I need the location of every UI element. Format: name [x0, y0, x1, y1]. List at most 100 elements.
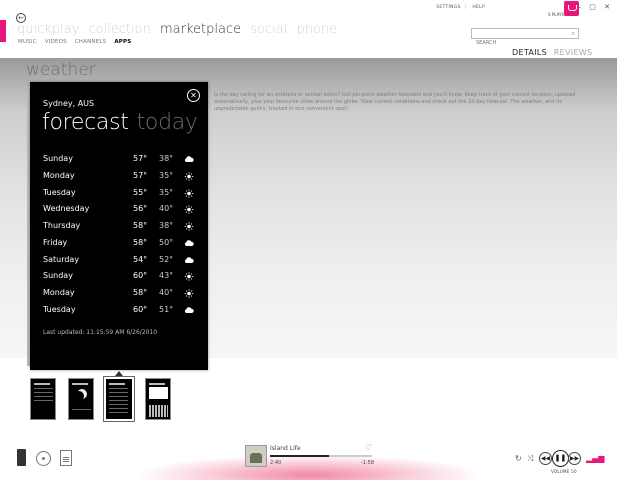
forecast-high: 60° [133, 271, 148, 281]
screenshot-thumbnail-3[interactable] [103, 376, 135, 422]
pivot-forecast: forecast [42, 110, 129, 135]
close-icon: ✕ [190, 91, 197, 100]
nav-phone[interactable]: phone [296, 22, 337, 37]
main-nav: quickplay collection marketplace social … [17, 22, 342, 37]
forecast-row: Tuesday 55° 35° [43, 185, 198, 202]
subnav-channels[interactable]: CHANNELS [75, 39, 107, 45]
forecast-low: 40° [159, 288, 174, 297]
subnav-apps[interactable]: APPS [114, 39, 131, 45]
forecast-row: Saturday 54° 52° [43, 252, 198, 269]
previous-button[interactable]: ◀◀ [539, 452, 552, 465]
forecast-row: Sunday 57° 38° [43, 151, 198, 168]
next-icon: ▶▶ [569, 455, 580, 462]
forecast-day: Monday [43, 170, 75, 180]
forecast-day: Wednesday [43, 204, 90, 214]
forecast-high: 58° [133, 288, 148, 297]
volume-label: VOLUME 50 [551, 469, 577, 474]
previous-icon: ◀◀ [540, 455, 551, 462]
forecast-day: Sunday [43, 154, 73, 163]
search-box: ⌕ [471, 28, 579, 48]
nav-social[interactable]: social [250, 22, 287, 37]
moon-icon [74, 391, 84, 401]
disc-icon[interactable] [36, 451, 51, 466]
back-arrow-icon: ← [18, 14, 24, 22]
forecast-list: Sunday 57° 38° Monday 57° 35° Tuesday 55° 35° … [43, 151, 198, 319]
cloud-icon [184, 256, 194, 265]
app-title: weather [26, 60, 96, 80]
forecast-row: Tuesday 60° 51° [43, 302, 198, 319]
shuffle-icon[interactable]: ⤨ [527, 454, 533, 464]
forecast-high: 58° [133, 221, 148, 230]
forecast-row: Friday 58° 50° [43, 235, 198, 252]
forecast-low: 43° [159, 271, 174, 281]
cloud-icon [184, 155, 194, 164]
forecast-high: 55° [133, 187, 148, 197]
forecast-high: 60° [133, 304, 148, 314]
nav-quickplay[interactable]: quickplay [17, 22, 79, 37]
album-art[interactable] [245, 445, 267, 467]
elapsed-time: 2:40 [270, 460, 282, 466]
sun-icon [184, 205, 194, 214]
volume-icon[interactable]: ▂▄▆ [586, 454, 604, 463]
search-icon[interactable]: ⌕ [572, 30, 575, 38]
profile-name[interactable]: S PLAYS [548, 12, 564, 17]
repeat-icon[interactable]: ↻ [515, 454, 522, 463]
next-button[interactable]: ▶▶ [568, 452, 581, 465]
nav-marketplace[interactable]: marketplace [160, 22, 241, 37]
sub-nav: MUSIC VIDEOS CHANNELS APPS [18, 39, 137, 45]
pause-button[interactable]: ❚❚ [552, 450, 569, 467]
settings-link[interactable]: SETTINGS [436, 5, 461, 10]
forecast-low: 38° [159, 154, 174, 163]
forecast-low: 35° [159, 187, 174, 197]
forecast-day: Monday [43, 288, 75, 297]
forecast-day: Sunday [43, 271, 73, 281]
cloud-icon [184, 239, 194, 248]
keyboard-icon [149, 405, 168, 417]
pause-icon: ❚❚ [554, 454, 567, 462]
forecast-row: Wednesday 56° 40° [43, 201, 198, 218]
heart-icon[interactable]: ♡ [365, 443, 372, 452]
close-screenshot-button[interactable]: ✕ [187, 89, 200, 102]
screenshot-thumbnail-4[interactable] [145, 378, 171, 420]
accent-bar [0, 20, 6, 42]
last-updated: Last updated: 11:15:59 AM 6/26/2010 [43, 329, 158, 336]
forecast-low: 52° [159, 254, 174, 264]
forecast-day: Saturday [43, 254, 80, 264]
forecast-high: 57° [133, 170, 148, 180]
sun-icon [184, 172, 194, 181]
playback-progress-fill [270, 455, 330, 457]
document-icon[interactable] [60, 450, 72, 466]
forecast-low: 50° [159, 237, 174, 247]
sun-icon [184, 289, 194, 298]
nav-collection[interactable]: collection [88, 22, 150, 37]
forecast-row: Monday 58° 40° [43, 285, 198, 302]
phone-device-icon[interactable] [17, 449, 26, 466]
sun-icon [184, 222, 194, 231]
pivot-today: today [136, 110, 198, 135]
sun-icon [184, 188, 194, 198]
help-link[interactable]: HELP [472, 5, 485, 10]
window-controls[interactable]: – ▢ ✕ [578, 3, 613, 11]
forecast-low: 51° [159, 304, 174, 314]
forecast-day: Tuesday [43, 304, 76, 314]
forecast-day: Friday [43, 237, 68, 247]
remaining-time: -1:58 [361, 460, 375, 466]
tab-details[interactable]: DETAILS [512, 48, 547, 57]
pivot-header: forecast today [42, 110, 198, 135]
forecast-high: 54° [133, 254, 148, 264]
app-description: Is the day calling for an umbrella or su… [214, 92, 576, 112]
subnav-music[interactable]: MUSIC [18, 39, 37, 45]
screenshot-thumbnail-1[interactable] [30, 378, 56, 420]
forecast-row: Monday 57° 35° [43, 168, 198, 185]
cloud-icon [184, 306, 194, 315]
playback-progress-bar[interactable] [270, 455, 372, 457]
search-input[interactable] [472, 38, 564, 48]
tab-reviews[interactable]: REVIEWS [554, 48, 593, 57]
location-label: Sydney, AUS [43, 99, 95, 108]
forecast-day: Thursday [43, 221, 81, 230]
subnav-videos[interactable]: VIDEOS [45, 39, 67, 45]
screenshot-viewer: Sydney, AUS ✕ forecast today Sunday 57° 38°… [30, 82, 208, 370]
screenshot-thumbnail-2[interactable] [68, 378, 94, 420]
now-playing-title[interactable]: Island Life [270, 445, 301, 452]
sun-icon [184, 272, 194, 281]
